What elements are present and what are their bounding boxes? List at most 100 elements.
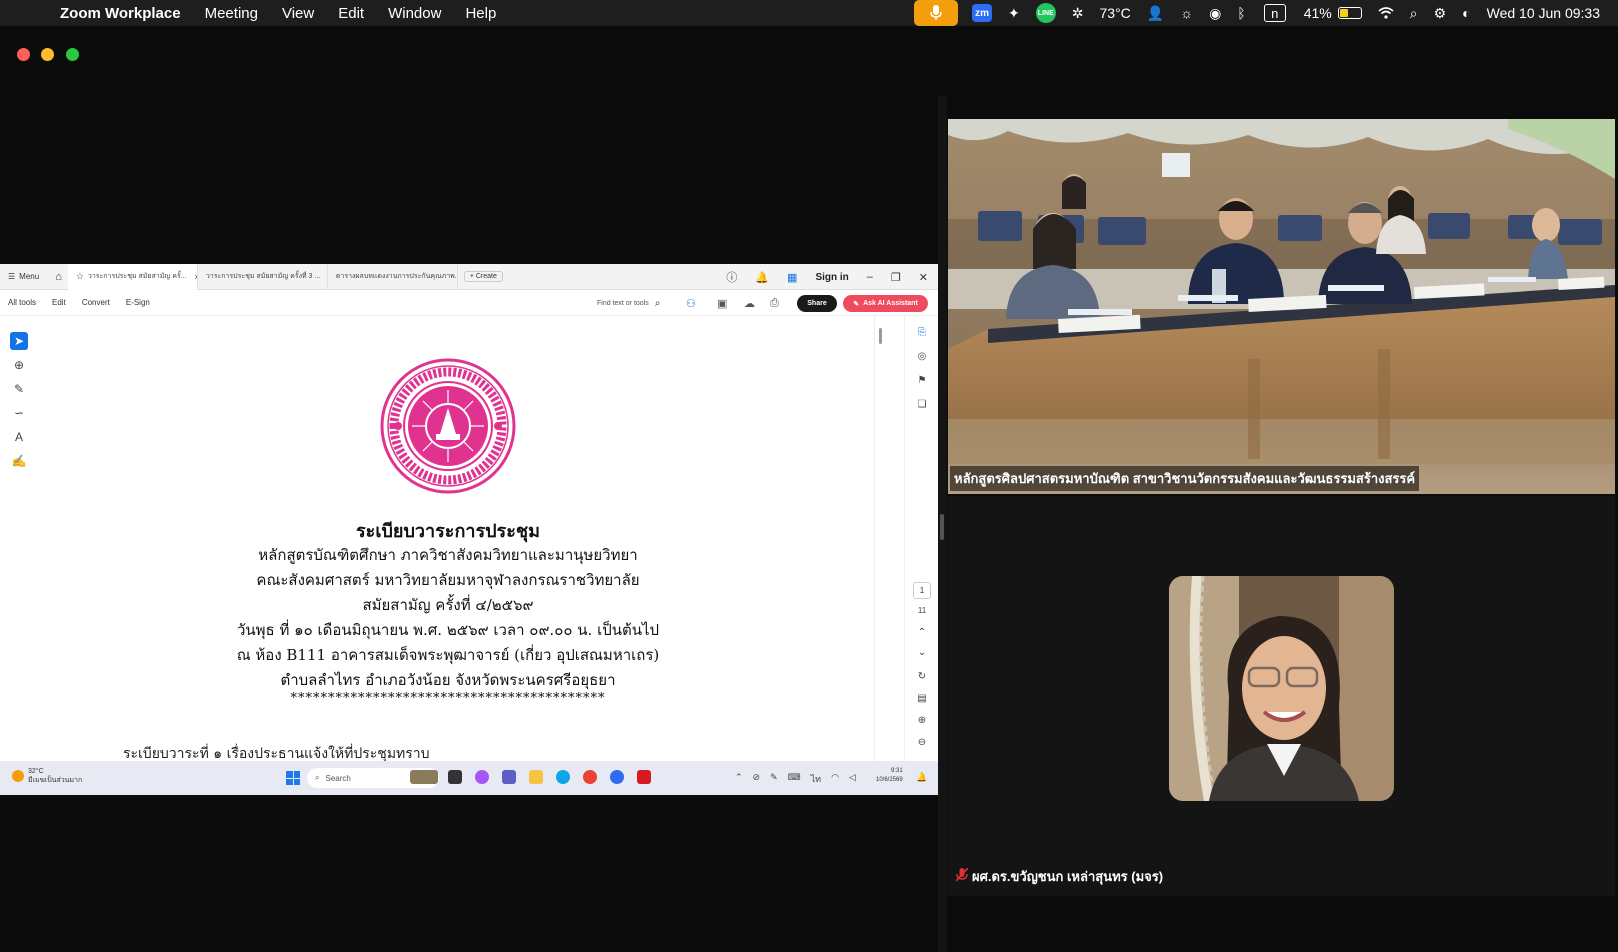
teams-icon[interactable] — [502, 770, 516, 784]
zoom-out-icon[interactable]: ⊖ — [915, 736, 929, 750]
cpu-temp-icon[interactable]: ✲ — [1064, 0, 1092, 26]
help-icon[interactable]: ⓘ — [726, 269, 737, 285]
sign-in-button[interactable]: Sign in — [815, 272, 848, 283]
file-explorer-icon[interactable] — [529, 770, 543, 784]
edge-icon[interactable] — [556, 770, 570, 784]
participant-name-label: หลักสูตรศิลปศาสตรมหาบัณฑิต สาขาวิชานวัตก… — [950, 466, 1420, 491]
create-button[interactable]: + Create — [463, 271, 503, 282]
copilot-icon[interactable] — [475, 770, 489, 784]
save-icon[interactable]: ▣ — [717, 297, 727, 310]
speaker-icon[interactable]: ◁ — [849, 772, 856, 786]
home-icon[interactable]: ⌂ — [49, 271, 68, 283]
minimize-icon[interactable]: – — [867, 271, 873, 283]
zoom-marquee-icon[interactable]: ⊕ — [10, 356, 28, 374]
bookmark-icon[interactable]: ⚑ — [915, 374, 929, 388]
control-center-icon[interactable]: ⚙ — [1426, 0, 1455, 26]
window-close-button[interactable] — [17, 48, 30, 61]
page-view-icon[interactable]: ▤ — [915, 692, 929, 706]
tray-chevron-up-icon[interactable]: ⌃ — [735, 772, 743, 786]
menu-view[interactable]: View — [270, 5, 326, 22]
siri-icon[interactable]: ◐ — [1454, 0, 1478, 26]
ask-ai-assistant-button[interactable]: ✎ Ask AI Assistant — [843, 295, 928, 312]
page-number-box[interactable]: 1 — [913, 582, 931, 599]
temperature-readout[interactable]: 73°C — [1092, 0, 1139, 26]
find-tools-field[interactable]: Find text or tools ⌕ — [597, 290, 660, 316]
copy-pages-icon[interactable]: ❏ — [915, 398, 929, 412]
menubar-clock[interactable]: Wed 10 Jun 09:33 — [1479, 0, 1608, 26]
pen-icon[interactable]: ✎ — [10, 380, 28, 398]
esign-button[interactable]: E-Sign — [118, 298, 158, 307]
zoom-in-icon[interactable]: ⊕ — [915, 714, 929, 728]
app-name-menu[interactable]: Zoom Workplace — [50, 5, 193, 22]
tray-pen-icon[interactable]: ✎ — [770, 772, 778, 786]
chevron-down-icon[interactable]: ⌄ — [915, 646, 929, 660]
notification-bell-icon[interactable]: 🔔 — [916, 772, 927, 783]
acrobat-menu-button[interactable]: ☰ Menu — [0, 272, 49, 281]
brightness-icon[interactable]: ☼ — [1172, 0, 1201, 26]
all-tools-button[interactable]: All tools — [0, 298, 44, 307]
rotate-icon[interactable]: ↻ — [915, 670, 929, 684]
window-minimize-button[interactable] — [41, 48, 54, 61]
comment-icon[interactable]: ◎ — [915, 350, 929, 364]
convert-button[interactable]: Convert — [74, 298, 118, 307]
meeting-room-video — [948, 119, 1615, 494]
zoom-icon[interactable]: zm — [972, 4, 993, 22]
tray-wifi-icon[interactable]: ◠ — [831, 772, 839, 786]
weather-widget[interactable]: 32°C มีเมฆเป็นส่วนมาก — [12, 767, 82, 785]
microphone-icon[interactable] — [914, 0, 959, 26]
participant-video-tile[interactable]: หลักสูตรศิลปศาสตรมหาบัณฑิต สาขาวิชานวัตก… — [948, 119, 1615, 494]
input-method-icon[interactable]: n — [1263, 4, 1286, 22]
ai-icon: ✎ — [853, 300, 860, 308]
text-box-icon[interactable]: A — [10, 428, 28, 446]
scrollbar-thumb[interactable] — [879, 328, 882, 344]
sparkle-icon[interactable]: ✦ — [1000, 0, 1028, 26]
wifi-icon[interactable] — [1370, 0, 1402, 26]
menu-edit[interactable]: Edit — [326, 5, 376, 22]
acrobat-tab[interactable]: ☆ วาระการประชุม สมัยสามัญ ครั้... × — [67, 264, 198, 290]
fill-sign-icon[interactable]: ✍ — [10, 452, 28, 470]
task-view-icon[interactable] — [448, 770, 462, 784]
document-line: สมัยสามัญ ครั้งที่ ๔/๒๕๖๙ — [362, 596, 534, 614]
apps-grid-icon[interactable]: ▦ — [787, 271, 797, 284]
window-fullscreen-button[interactable] — [66, 48, 79, 61]
menu-meeting[interactable]: Meeting — [193, 5, 270, 22]
user-icon[interactable]: 👤 — [1139, 0, 1172, 26]
menu-help[interactable]: Help — [453, 5, 508, 22]
ai-summary-icon[interactable]: ⎘ — [915, 326, 929, 340]
chevron-up-icon[interactable]: ⌃ — [915, 626, 929, 640]
select-cursor-icon[interactable]: ➤ — [10, 332, 28, 350]
acrobat-toolbar: All tools Edit Convert E-Sign Find text … — [0, 290, 938, 316]
tray-app-icon[interactable]: ⊘ — [753, 772, 761, 786]
document-scrollbar[interactable] — [874, 316, 886, 761]
lasso-icon[interactable]: ∽ — [10, 404, 28, 422]
acrobat-taskbar-icon[interactable] — [637, 770, 651, 784]
participant-name-text: ผศ.ดร.ขวัญชนก เหล่าสุนทร (มจร) — [972, 869, 1164, 884]
line-app-icon[interactable]: LINE — [1035, 3, 1056, 23]
keyboard-icon[interactable]: ⌨ — [788, 772, 801, 786]
close-icon[interactable]: ✕ — [919, 271, 928, 284]
language-icon[interactable]: ไท — [811, 772, 821, 786]
acrobat-tab[interactable]: ตารางผลบทแดงงานการประกันคุณภาพ... — [328, 264, 458, 290]
participant-video-tile[interactable] — [1169, 576, 1394, 801]
bell-icon[interactable]: 🔔 — [755, 271, 769, 284]
taskbar-clock[interactable]: 9:31 10/6/2569 — [876, 767, 903, 785]
restore-icon[interactable]: ❐ — [891, 271, 901, 284]
acrobat-tab[interactable]: วาระการประชุม สมัยสามัญ ครั้งที่ 3 ... — [198, 264, 328, 290]
windows-start-icon[interactable] — [286, 771, 300, 785]
airdrop-icon[interactable]: ◉ — [1201, 0, 1229, 26]
divider-handle[interactable] — [940, 514, 944, 540]
panel-divider[interactable] — [938, 96, 947, 952]
assistant-tools-icon[interactable]: ⚇ — [686, 297, 696, 310]
share-button[interactable]: Share — [797, 295, 837, 312]
menu-window[interactable]: Window — [376, 5, 453, 22]
edit-button[interactable]: Edit — [44, 298, 74, 307]
spotlight-search-icon[interactable]: ⌕ — [1402, 0, 1426, 26]
bluetooth-icon[interactable]: ᛒ — [1229, 0, 1253, 26]
document-line: หลักสูตรบัณฑิตศึกษา ภาควิชาสังคมวิทยาและ… — [258, 546, 638, 564]
chrome-icon[interactable] — [583, 770, 597, 784]
search-highlight-icon[interactable] — [410, 770, 438, 784]
upload-cloud-icon[interactable]: ☁ — [744, 297, 755, 310]
battery-status[interactable]: 41% — [1296, 0, 1370, 26]
zoom-taskbar-icon[interactable] — [610, 770, 624, 784]
print-icon[interactable]: ⎙ — [770, 297, 779, 310]
